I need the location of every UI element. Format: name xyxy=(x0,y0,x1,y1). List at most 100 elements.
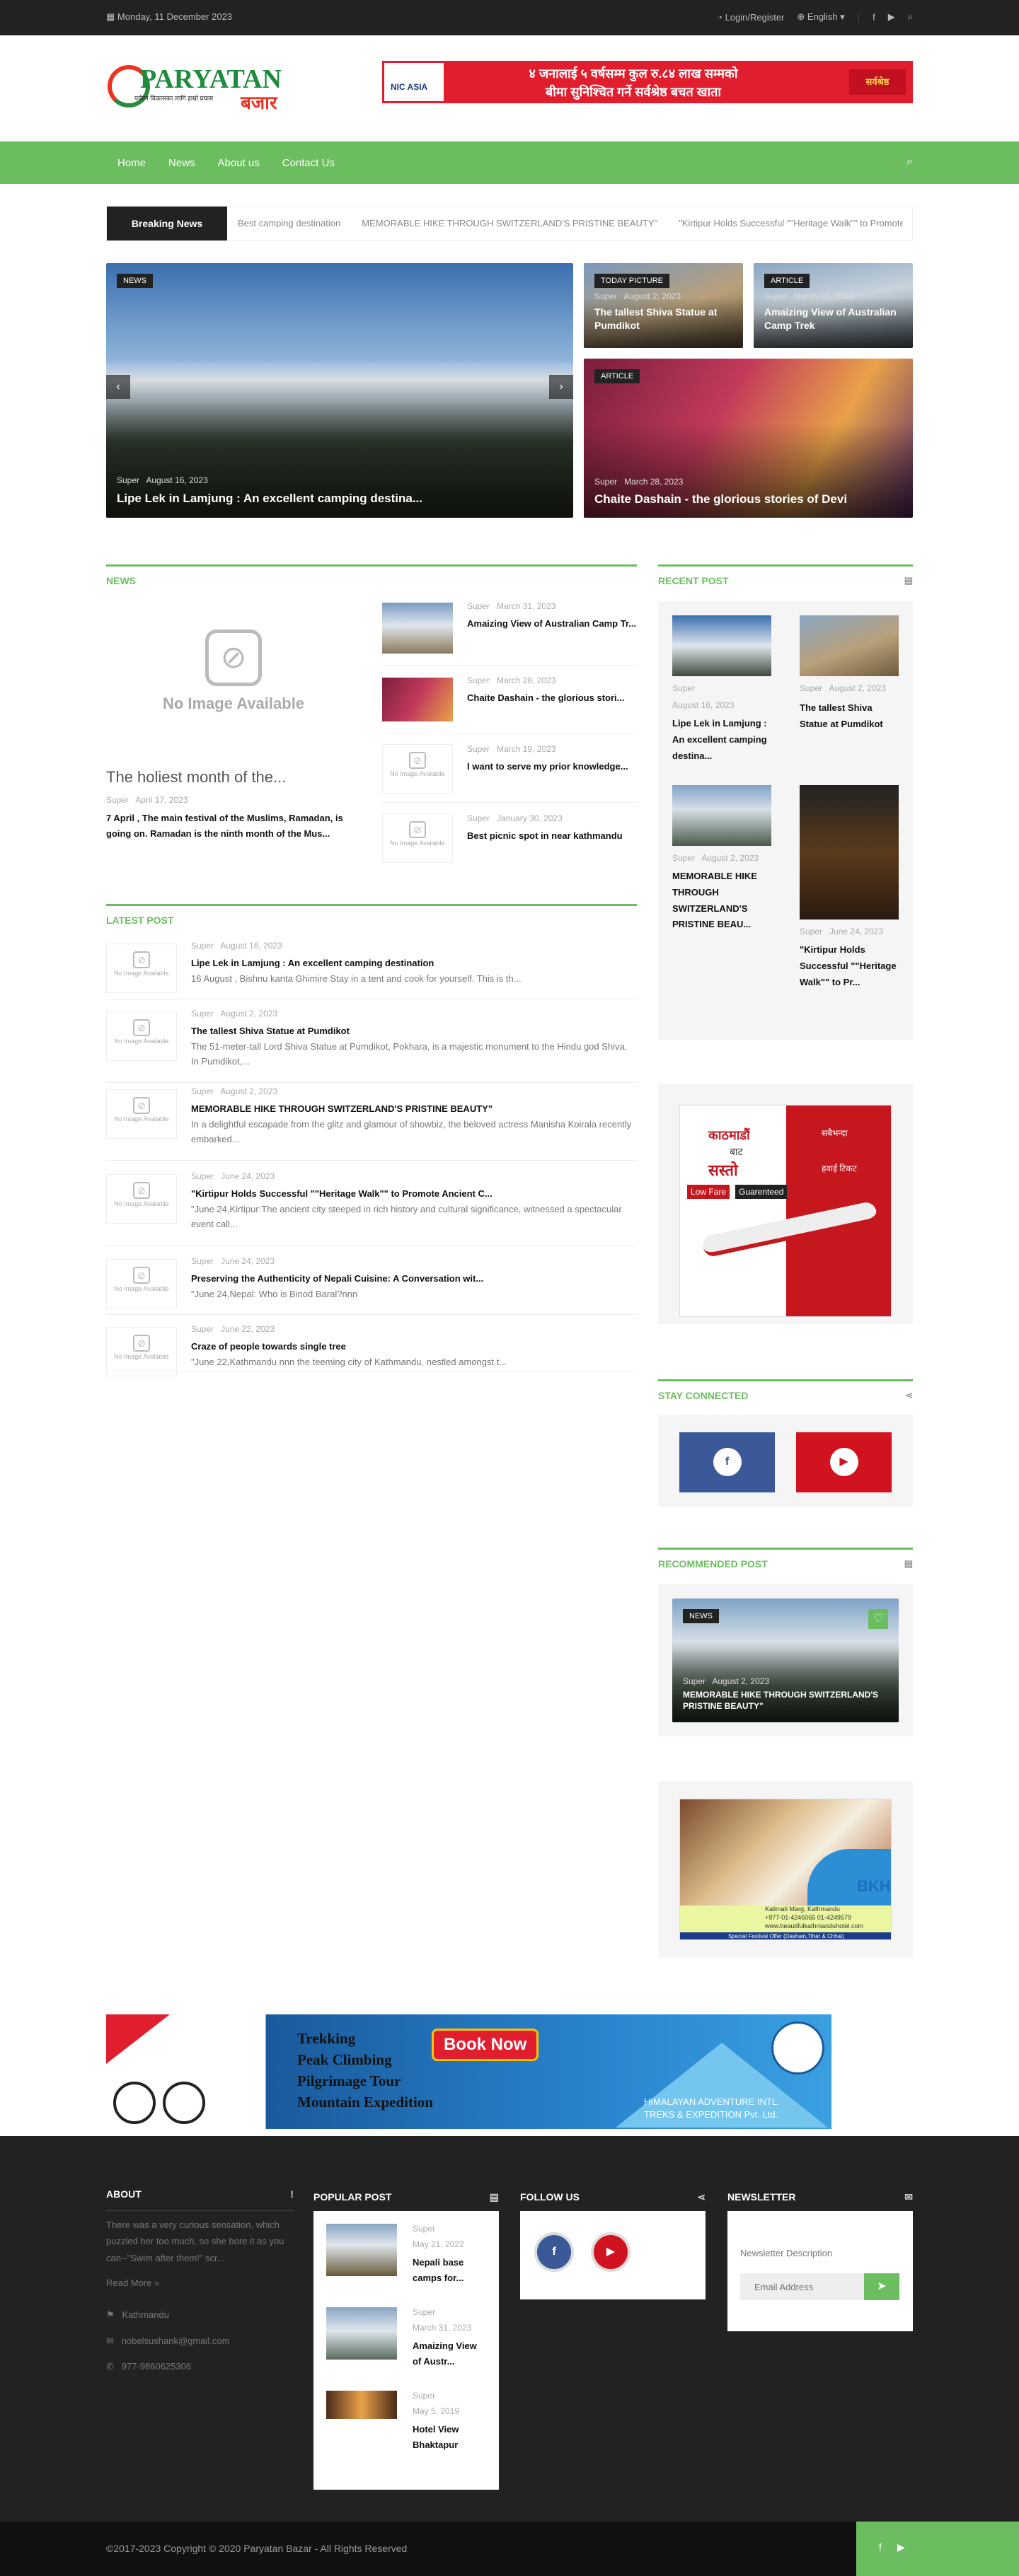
hotel-web: www.beautifulkathmanduhotel.com xyxy=(765,1922,864,1930)
hero-card-bottom[interactable]: ARTICLE Super March 28, 2023 Chaite Dash… xyxy=(584,359,913,518)
youtube-button[interactable]: ▶ xyxy=(796,1432,892,1492)
popular-title[interactable]: Amaizing View of Austr... xyxy=(413,2338,483,2369)
recent-title[interactable]: "Kirtipur Holds Successful ""Heritage Wa… xyxy=(800,942,899,990)
next-arrow-icon[interactable]: › xyxy=(549,375,573,399)
news-thumb[interactable]: ⊘ No Image Available xyxy=(382,744,453,794)
hero-title[interactable]: Lipe Lek in Lamjung : An excellent campi… xyxy=(117,491,563,507)
nav-home[interactable]: Home xyxy=(106,157,157,169)
nav-search-icon[interactable]: ⌕ xyxy=(906,156,913,168)
hero-main-card[interactable]: NEWS ‹ › Super August 16, 2023 Lipe Lek … xyxy=(106,263,573,518)
footer-youtube-icon[interactable]: ▶ xyxy=(591,2232,631,2272)
hotel-ad-panel: BKH Kalimati Marg, Kathmandu +977-01-424… xyxy=(658,1781,913,1958)
nav-news[interactable]: News xyxy=(157,157,207,169)
footer-facebook-icon[interactable]: f xyxy=(534,2232,574,2272)
author: Super xyxy=(413,2307,436,2317)
post-thumb[interactable]: ⊘ No Image Available xyxy=(106,1089,177,1139)
news-item-title[interactable]: I want to serve my prior knowledge... xyxy=(467,760,637,774)
ad-text: सस्तो xyxy=(708,1161,738,1179)
copyright-youtube-icon[interactable]: ▶ xyxy=(897,2541,905,2553)
facebook-icon[interactable]: f xyxy=(873,12,875,23)
recent-title[interactable]: Lipe Lek in Lamjung : An excellent campi… xyxy=(672,716,771,764)
news-feature-image[interactable]: ⊘ No Image Available xyxy=(106,601,361,743)
date-text: Monday, 11 December 2023 xyxy=(117,11,233,22)
nav-about[interactable]: About us xyxy=(207,157,271,169)
recent-thumb[interactable] xyxy=(800,615,899,676)
post-title[interactable]: The tallest Shiva Statue at Pumdikot xyxy=(191,1024,637,1038)
share-icon: ⋖ xyxy=(905,1390,913,1400)
recent-title[interactable]: MEMORABLE HIKE THROUGH SWITZERLAND'S PRI… xyxy=(672,869,771,933)
author: Super xyxy=(191,1009,214,1019)
book-now-button[interactable]: Book Now xyxy=(432,2029,539,2061)
copyright-text: ©2017-2023 Copyright © 2020 Paryatan Baz… xyxy=(106,2543,408,2554)
popular-thumb[interactable] xyxy=(326,2224,397,2276)
news-item-title[interactable]: Chaite Dashain - the glorious stori... xyxy=(467,691,637,705)
social-block: f ▶ xyxy=(856,2522,1019,2576)
youtube-icon[interactable]: ▶ xyxy=(888,11,895,23)
hero-card-top-2[interactable]: ARTICLE Super March 31, 2023 Amaizing Vi… xyxy=(754,263,913,348)
card-title[interactable]: The tallest Shiva Statue at Pumdikot xyxy=(594,306,732,332)
post-title[interactable]: MEMORABLE HIKE THROUGH SWITZERLAND'S PRI… xyxy=(191,1102,637,1116)
post-thumb[interactable]: ⊘ No Image Available xyxy=(106,1011,177,1061)
news-thumb[interactable] xyxy=(382,678,453,721)
news-item-title[interactable]: Amaizing View of Australian Camp Tr... xyxy=(467,617,637,631)
popular-title[interactable]: Hotel View Bhaktapur xyxy=(413,2422,483,2453)
card-title[interactable]: MEMORABLE HIKE THROUGH SWITZERLAND'S PRI… xyxy=(683,1689,888,1712)
feature-excerpt: 7 April , The main festival of the Musli… xyxy=(106,813,343,840)
site-logo[interactable]: PARYATAN बजार पर्यटन विकासका लागि हाम्रो… xyxy=(106,61,304,117)
search-icon[interactable]: ⌕ xyxy=(908,11,913,23)
section-title: RECOMMENDED POST xyxy=(658,1558,768,1570)
card-title[interactable]: Amaizing View of Australian Camp Trek xyxy=(764,306,902,332)
breaking-news-ticker: Breaking News Best camping destination M… xyxy=(106,206,913,241)
post-thumb[interactable]: ⊘ No Image Available xyxy=(106,1259,177,1309)
news-thumb[interactable] xyxy=(382,603,453,654)
post-date: June 24, 2023 xyxy=(829,927,884,936)
author: Super xyxy=(467,601,490,611)
header-ad-banner[interactable]: NIC ASIA ४ जनालाई ५ वर्षसम्म कुल रु.८४ ल… xyxy=(382,61,913,103)
send-button[interactable]: ➤ xyxy=(864,2273,899,2300)
post-date: June 24, 2023 xyxy=(221,1171,275,1181)
envelope-icon: ✉ xyxy=(904,2191,913,2203)
login-link[interactable]: ◔ Login/Register xyxy=(717,12,784,23)
post-excerpt: In a delightful escapade from the glitz … xyxy=(191,1119,632,1144)
news-item-title[interactable]: Best picnic spot in near kathmandu xyxy=(467,829,637,843)
hero-card-top-1[interactable]: TODAY PICTURE Super August 2, 2023 The t… xyxy=(584,263,743,348)
card-title[interactable]: Chaite Dashain - the glorious stories of… xyxy=(594,492,902,508)
post-title[interactable]: Lipe Lek in Lamjung : An excellent campi… xyxy=(191,956,637,970)
post-thumb[interactable]: ⊘ No Image Available xyxy=(106,1174,177,1224)
recommended-card[interactable]: NEWS ♡ Super August 2, 2023 MEMORABLE HI… xyxy=(672,1599,899,1722)
popular-header: POPULAR POST ▤ xyxy=(313,2191,499,2214)
recent-thumb[interactable] xyxy=(672,615,771,676)
recent-thumb[interactable] xyxy=(800,785,899,919)
post-thumb[interactable]: ⊘ No Image Available xyxy=(106,1327,177,1376)
prev-arrow-icon[interactable]: ‹ xyxy=(106,375,130,399)
news-thumb[interactable]: ⊘ No Image Available xyxy=(382,813,453,863)
popular-thumb[interactable] xyxy=(326,2307,397,2360)
phone[interactable]: 977-9860625306 xyxy=(122,2361,191,2372)
popular-thumb[interactable] xyxy=(326,2391,397,2419)
post-title[interactable]: Craze of people towards single tree xyxy=(191,1340,637,1354)
recent-title[interactable]: The tallest Shiva Statue at Pumdikot xyxy=(800,700,899,733)
feature-title[interactable]: The holiest month of the... xyxy=(106,768,361,787)
breaking-item[interactable]: "Kirtipur Holds Successful ""Heritage Wa… xyxy=(679,207,903,240)
email-input[interactable] xyxy=(740,2273,864,2300)
copyright-facebook-icon[interactable]: f xyxy=(879,2541,882,2553)
read-more-link[interactable]: Read More » xyxy=(106,2278,159,2288)
language-select[interactable]: ⊕ English ▾ xyxy=(797,11,844,23)
calendar-icon: ▦ xyxy=(106,11,115,22)
breaking-item[interactable]: Best camping destination xyxy=(238,207,340,240)
email[interactable]: nobelsushank@gmail.com xyxy=(122,2336,230,2346)
post-thumb[interactable]: ⊘ No Image Available xyxy=(106,944,177,993)
post-title[interactable]: Preserving the Authenticity of Nepali Cu… xyxy=(191,1272,637,1286)
ad-item: Trekking xyxy=(297,2030,356,2047)
trekking-ad-banner[interactable]: Trekking Peak Climbing Pilgrimage Tour M… xyxy=(106,2014,831,2129)
facebook-button[interactable]: f xyxy=(679,1432,775,1492)
nav-contact[interactable]: Contact Us xyxy=(271,157,346,169)
hotel-ad[interactable]: BKH Kalimati Marg, Kathmandu +977-01-424… xyxy=(679,1799,892,1940)
popular-title[interactable]: Nepali base camps for... xyxy=(413,2255,483,2286)
air-ticket-ad[interactable]: काठमाडौं बाट सस्तो सबैभन्दा हवाई टिकट Lo… xyxy=(679,1105,892,1317)
breaking-item[interactable]: MEMORABLE HIKE THROUGH SWITZERLAND'S PRI… xyxy=(362,207,657,240)
heart-icon[interactable]: ♡ xyxy=(868,1609,888,1629)
follow-us-box: FOLLOW US ⋖ f ▶ xyxy=(520,2183,706,2299)
recent-thumb[interactable] xyxy=(672,785,771,846)
post-title[interactable]: "Kirtipur Holds Successful ""Heritage Wa… xyxy=(191,1187,637,1201)
